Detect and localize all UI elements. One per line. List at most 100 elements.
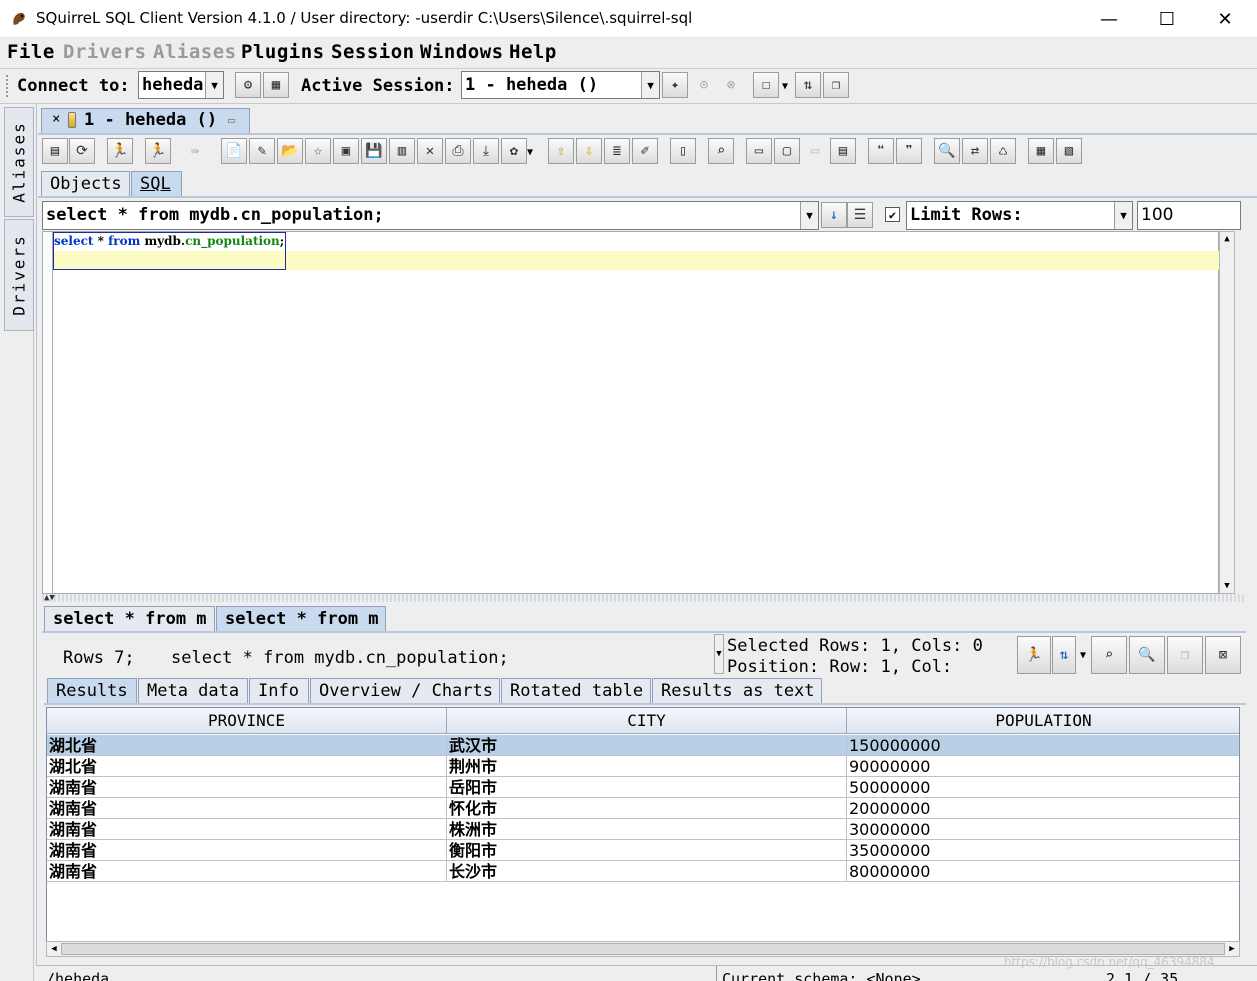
table-row[interactable]: 湖北省 荆州市 90000000	[47, 756, 1239, 777]
graph-icon[interactable]: ♺	[990, 138, 1016, 164]
search-icon[interactable]: 🔍	[934, 138, 960, 164]
sql-history-icon[interactable]: ▤	[42, 138, 68, 164]
side-tab-aliases[interactable]: Aliases	[4, 107, 34, 217]
save-as-icon[interactable]: ▥	[389, 138, 415, 164]
copy-icon[interactable]: ❐	[823, 72, 849, 98]
cell-population[interactable]: 90000000	[847, 756, 1239, 777]
menu-drivers[interactable]: Drivers	[63, 41, 147, 63]
list-icon[interactable]: ≣	[604, 138, 630, 164]
close-result-icon[interactable]: ⊠	[1205, 636, 1241, 674]
disabled-icon[interactable]: ▭	[802, 138, 828, 164]
column-header-city[interactable]: CITY	[447, 708, 847, 734]
arrow-down-icon[interactable]: ⇩	[576, 138, 602, 164]
execute-selected-icon[interactable]: 🏃	[145, 138, 171, 164]
menu-windows[interactable]: Windows	[420, 41, 504, 63]
cell-province[interactable]: 湖南省	[47, 840, 447, 861]
format-icon[interactable]: ✐	[632, 138, 658, 164]
connect-to-combo[interactable]: heheda ▼	[138, 71, 224, 99]
history-list-icon[interactable]: ☰	[847, 202, 873, 228]
cell-population[interactable]: 30000000	[847, 819, 1239, 840]
column-header-population[interactable]: POPULATION	[847, 708, 1239, 734]
tab-overview-charts[interactable]: Overview / Charts	[310, 678, 500, 704]
table-row[interactable]: 湖南省 岳阳市 50000000	[47, 777, 1239, 798]
find-file-icon[interactable]: ⌕	[708, 138, 734, 164]
menu-plugins[interactable]: Plugins	[241, 41, 325, 63]
uncomment-icon[interactable]: ▢	[774, 138, 800, 164]
menu-session[interactable]: Session	[331, 41, 415, 63]
tab-results[interactable]: Results	[47, 678, 137, 704]
find-column-icon[interactable]: ⇅	[1052, 636, 1076, 674]
sql-text[interactable]: select * from mydb.cn_population;	[54, 234, 284, 248]
refresh-icon[interactable]: ⟳	[69, 138, 95, 164]
bookmark-icon[interactable]: ☆	[305, 138, 331, 164]
sql-history-combo[interactable]: select * from mydb.cn_population; ▼	[42, 201, 819, 230]
cell-population[interactable]: 20000000	[847, 798, 1239, 819]
new-window-icon[interactable]: ☐	[753, 72, 779, 98]
menu-aliases[interactable]: Aliases	[153, 41, 237, 63]
restore-icon[interactable]: ❐	[1167, 636, 1203, 674]
quote-icon[interactable]: ❝	[868, 138, 894, 164]
print-icon[interactable]: ⎙	[445, 138, 471, 164]
maximize-button[interactable]: ☐	[1138, 0, 1196, 38]
cell-province[interactable]: 湖南省	[47, 798, 447, 819]
new-session-icon[interactable]: ▦	[263, 72, 289, 98]
results-table[interactable]: PROVINCE CITY POPULATION 湖北省 武汉市 1500000…	[46, 707, 1240, 942]
minimize-button[interactable]: —	[1080, 0, 1138, 38]
find-replace-icon[interactable]: ⇄	[962, 138, 988, 164]
active-session-combo[interactable]: 1 - heheda () ▼	[461, 71, 660, 99]
run-icon[interactable]: ⊙	[691, 72, 717, 98]
tile-icon[interactable]: ⇅	[795, 72, 821, 98]
tab-meta-data[interactable]: Meta data	[138, 678, 248, 704]
table-row[interactable]: 湖南省 株洲市 30000000	[47, 819, 1239, 840]
scroll-down-icon[interactable]: ▼	[1220, 579, 1234, 593]
execute-sql-icon[interactable]: 🏃	[107, 138, 133, 164]
cell-population[interactable]: 50000000	[847, 777, 1239, 798]
limit-rows-checkbox[interactable]: ✔	[885, 207, 900, 222]
save-icon[interactable]: 💾	[361, 138, 387, 164]
cell-province[interactable]: 湖南省	[47, 777, 447, 798]
db-export-icon[interactable]: ▦	[1028, 138, 1054, 164]
menu-help[interactable]: Help	[509, 41, 557, 63]
chevron-down-icon[interactable]: ▼	[641, 72, 659, 98]
cell-city[interactable]: 怀化市	[447, 798, 847, 819]
menu-file[interactable]: File	[7, 41, 55, 63]
sql-editor[interactable]: select * from mydb.cn_population;	[52, 231, 1219, 594]
table-row[interactable]: 湖北省 武汉市 150000000	[47, 735, 1239, 756]
tab-rotated-table[interactable]: Rotated table	[501, 678, 651, 704]
chevron-down-icon[interactable]: ▼	[524, 140, 536, 164]
connect-alias-icon[interactable]: ⚙	[235, 72, 261, 98]
chevron-down-icon[interactable]: ▼	[714, 634, 724, 674]
delete-icon[interactable]: ✕	[417, 138, 443, 164]
cell-city[interactable]: 长沙市	[447, 861, 847, 882]
cell-city[interactable]: 荆州市	[447, 756, 847, 777]
cell-city[interactable]: 株洲市	[447, 819, 847, 840]
cell-city[interactable]: 衡阳市	[447, 840, 847, 861]
new-file-icon[interactable]: 📄	[221, 138, 247, 164]
step-icon[interactable]: ⇛	[182, 138, 208, 164]
result-tab-1[interactable]: select * from m	[44, 606, 215, 632]
tab-info[interactable]: Info	[249, 678, 309, 704]
search-icon[interactable]: 🔍	[1129, 636, 1165, 674]
comment-icon[interactable]: ▭	[746, 138, 772, 164]
scroll-right-icon[interactable]: ▶	[1225, 942, 1239, 956]
session-tab[interactable]: × 1 - heheda () ▭	[41, 108, 250, 134]
result-tab-2[interactable]: select * from m	[216, 606, 386, 632]
chevron-down-icon[interactable]: ▼	[1077, 640, 1089, 670]
splitter-arrows-icon[interactable]: ▲▼	[44, 593, 55, 603]
search-result-icon[interactable]: ⌕	[1091, 636, 1127, 674]
scroll-thumb[interactable]	[61, 943, 1225, 955]
cell-population[interactable]: 150000000	[847, 735, 1239, 756]
editor-vertical-scrollbar[interactable]: ▲ ▼	[1219, 231, 1235, 594]
toolbar-grip[interactable]	[6, 75, 10, 97]
bookmark-add-icon[interactable]: ▤	[830, 138, 856, 164]
stop-icon[interactable]: ⊗	[718, 72, 744, 98]
column-header-province[interactable]: PROVINCE	[47, 708, 447, 734]
cell-province[interactable]: 湖南省	[47, 861, 447, 882]
arrow-down-icon[interactable]: ↓	[821, 202, 847, 228]
cell-city[interactable]: 武汉市	[447, 735, 847, 756]
edit-icon[interactable]: ✎	[249, 138, 275, 164]
close-button[interactable]: ✕	[1196, 0, 1254, 38]
limit-rows-combo[interactable]: Limit Rows: ▼	[906, 201, 1133, 230]
limit-rows-input[interactable]: 100	[1137, 201, 1241, 230]
chevron-down-icon[interactable]: ▼	[800, 202, 818, 229]
